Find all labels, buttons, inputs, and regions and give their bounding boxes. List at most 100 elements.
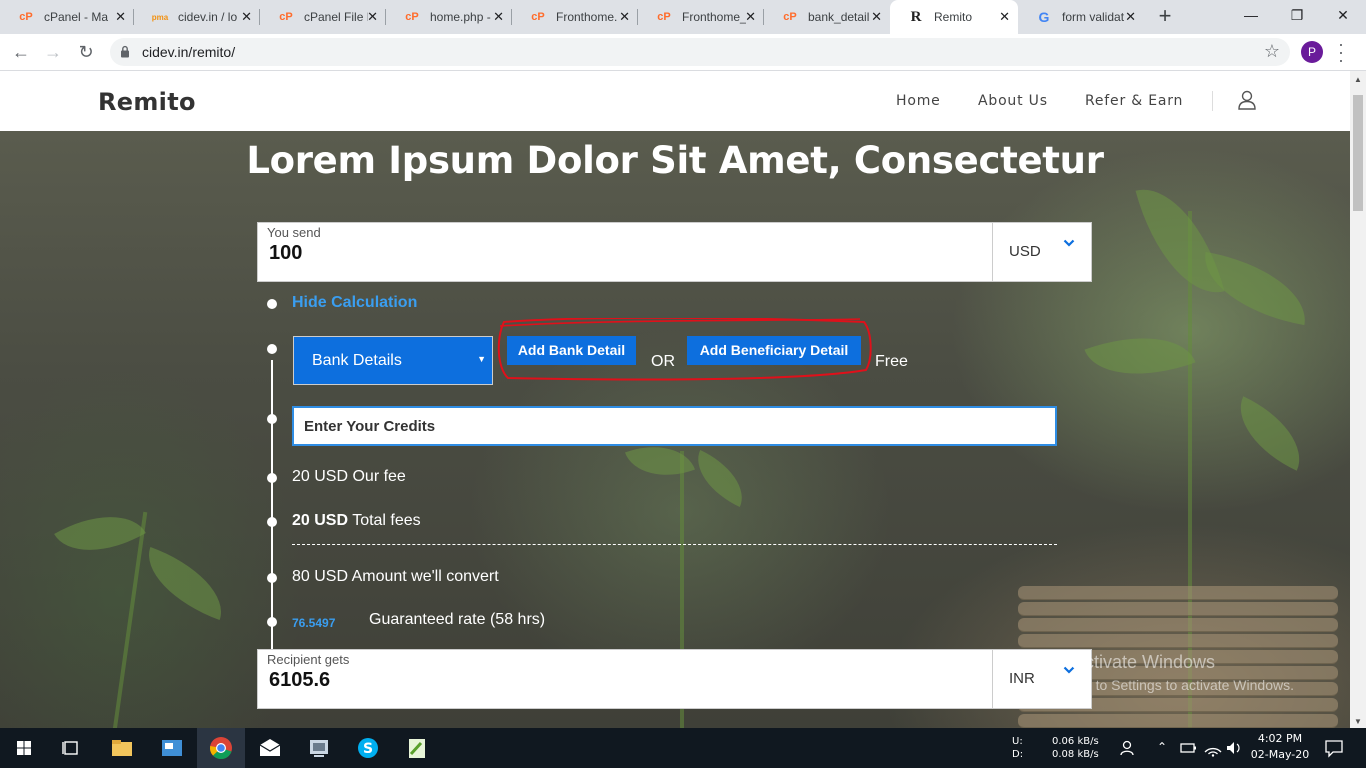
browser-tab-strip: cP cPanel - Ma ✕ pma cidev.in / lo ✕ cP … <box>0 0 1366 34</box>
timeline-dot <box>267 517 277 527</box>
net-upload-label: U: <box>1012 736 1023 747</box>
browser-tab[interactable]: cP bank_detail ✕ <box>764 0 890 34</box>
cpanel-icon: cP <box>531 11 545 23</box>
nav-home[interactable]: Home <box>896 93 941 109</box>
control-panel-icon[interactable] <box>158 734 186 762</box>
people-icon[interactable] <box>1115 734 1143 762</box>
our-fee-text: 20 USD Our fee <box>292 468 406 485</box>
site-logo[interactable]: Remito <box>98 88 196 116</box>
timeline-dot <box>267 573 277 583</box>
reload-button[interactable]: ↻ <box>74 40 98 64</box>
tab-title: home.php - <box>430 10 491 24</box>
browser-tab[interactable]: cP cPanel File M ✕ <box>260 0 386 34</box>
google-icon: G <box>1038 9 1050 25</box>
network-app-icon[interactable] <box>305 734 333 762</box>
file-explorer-icon[interactable] <box>108 734 136 762</box>
tab-title: bank_detail <box>808 10 870 24</box>
restore-button[interactable]: ❐ <box>1274 0 1320 30</box>
send-amount-input[interactable]: 100 <box>269 242 302 265</box>
close-tab-icon[interactable]: ✕ <box>999 9 1010 25</box>
minimize-button[interactable]: — <box>1228 0 1274 30</box>
tab-title: cidev.in / lo <box>178 10 238 24</box>
tab-title: Fronthome. <box>556 10 618 24</box>
credits-placeholder: Enter Your Credits <box>304 418 436 435</box>
windows-start-icon[interactable] <box>10 734 38 762</box>
recipient-amount-input[interactable]: 6105.6 <box>269 669 330 692</box>
profile-avatar[interactable]: P <box>1301 41 1323 63</box>
web-page: Remito Home About Us Refer & Earn Lorem … <box>0 71 1350 728</box>
lock-icon <box>121 45 129 58</box>
notification-center-icon[interactable] <box>1320 734 1348 762</box>
convert-amount-text: 80 USD Amount we'll convert <box>292 568 499 585</box>
nav-about-us[interactable]: About Us <box>978 93 1048 109</box>
close-tab-icon[interactable]: ✕ <box>115 9 126 25</box>
forward-button[interactable]: → <box>41 40 65 64</box>
activate-windows-subtitle: Go to Settings to activate Windows. <box>1073 677 1294 693</box>
free-label: Free <box>875 353 908 370</box>
chevron-up-icon[interactable]: ⌃ <box>1157 740 1167 754</box>
background-leaf <box>1224 396 1316 471</box>
browser-tab[interactable]: cP cPanel - Ma ✕ <box>0 0 134 34</box>
timeline-dot <box>267 344 277 354</box>
add-bank-detail-button[interactable]: Add Bank Detail <box>507 336 636 365</box>
scroll-down-icon[interactable]: ▼ <box>1354 717 1362 726</box>
cpanel-icon: cP <box>783 11 797 23</box>
skype-icon[interactable]: S <box>354 734 382 762</box>
back-button[interactable]: ← <box>9 40 33 64</box>
browser-tab[interactable]: cP Fronthome. ✕ <box>512 0 638 34</box>
address-bar[interactable]: cidev.in/remito/ ☆ <box>110 38 1290 66</box>
hide-calculation-link[interactable]: Hide Calculation <box>292 294 417 312</box>
caret-down-icon: ▼ <box>477 354 486 364</box>
page-scrollbar[interactable]: ▲ ▼ <box>1350 71 1366 728</box>
close-window-button[interactable]: ✕ <box>1320 0 1366 30</box>
cpanel-icon: cP <box>657 11 671 23</box>
scrollbar-thumb[interactable] <box>1353 95 1363 211</box>
task-view-icon[interactable] <box>57 734 85 762</box>
battery-icon[interactable] <box>1174 734 1202 762</box>
total-fee-label: Total fees <box>348 512 421 529</box>
close-tab-icon[interactable]: ✕ <box>241 9 252 25</box>
user-account-icon[interactable] <box>1238 90 1256 110</box>
send-currency-select[interactable]: USD <box>992 223 1092 281</box>
browser-menu-icon[interactable]: · · · <box>1336 35 1346 69</box>
bank-details-select[interactable]: Bank Details ▼ <box>293 336 493 385</box>
close-tab-icon[interactable]: ✕ <box>871 9 882 25</box>
close-tab-icon[interactable]: ✕ <box>493 9 504 25</box>
timeline-dot <box>267 299 277 309</box>
chrome-icon[interactable] <box>207 734 235 762</box>
scroll-up-icon[interactable]: ▲ <box>1354 75 1362 84</box>
browser-tab-active[interactable]: R Remito ✕ <box>890 0 1018 34</box>
browser-tab[interactable]: pma cidev.in / lo ✕ <box>134 0 260 34</box>
new-tab-button[interactable]: + <box>1153 5 1177 29</box>
add-beneficiary-detail-button[interactable]: Add Beneficiary Detail <box>687 336 861 365</box>
nav-refer-earn[interactable]: Refer & Earn <box>1085 93 1183 109</box>
close-tab-icon[interactable]: ✕ <box>367 9 378 25</box>
background-leaf <box>54 494 146 573</box>
browser-tab[interactable]: cP home.php - ✕ <box>386 0 512 34</box>
close-tab-icon[interactable]: ✕ <box>745 9 756 25</box>
tab-title: Fronthome_ <box>682 10 746 24</box>
browser-toolbar: ← → ↻ cidev.in/remito/ ☆ <box>0 34 1366 71</box>
windows-taskbar: S U: D: 0.06 kB/s 0.08 kB/s ⌃ 4:02 PM 02… <box>0 728 1366 768</box>
chevron-down-icon <box>1063 239 1075 247</box>
hero-section: Lorem Ipsum Dolor Sit Amet, Consectetur … <box>0 131 1350 728</box>
background-leaf <box>1084 315 1196 397</box>
close-tab-icon[interactable]: ✕ <box>619 9 630 25</box>
timeline-dot <box>267 473 277 483</box>
tab-title: cPanel - Ma <box>44 10 108 24</box>
total-fee-amount: 20 USD <box>292 512 349 529</box>
close-tab-icon[interactable]: ✕ <box>1125 9 1136 25</box>
background-leaf <box>685 449 755 508</box>
system-clock[interactable]: 4:02 PM 02-May-20 <box>1247 731 1313 763</box>
svg-text:S: S <box>363 741 373 757</box>
mail-icon[interactable] <box>256 734 284 762</box>
recipient-currency-code: INR <box>1009 670 1035 687</box>
bookmark-star-icon[interactable]: ☆ <box>1264 41 1280 62</box>
volume-icon[interactable] <box>1220 734 1248 762</box>
remito-icon: R <box>910 8 922 25</box>
background-leaf <box>1135 175 1225 307</box>
browser-tab[interactable]: G form validat ✕ <box>1018 0 1144 34</box>
notepad-plus-icon[interactable] <box>403 734 431 762</box>
browser-tab[interactable]: cP Fronthome_ ✕ <box>638 0 764 34</box>
credits-input[interactable]: Enter Your Credits <box>292 406 1057 446</box>
